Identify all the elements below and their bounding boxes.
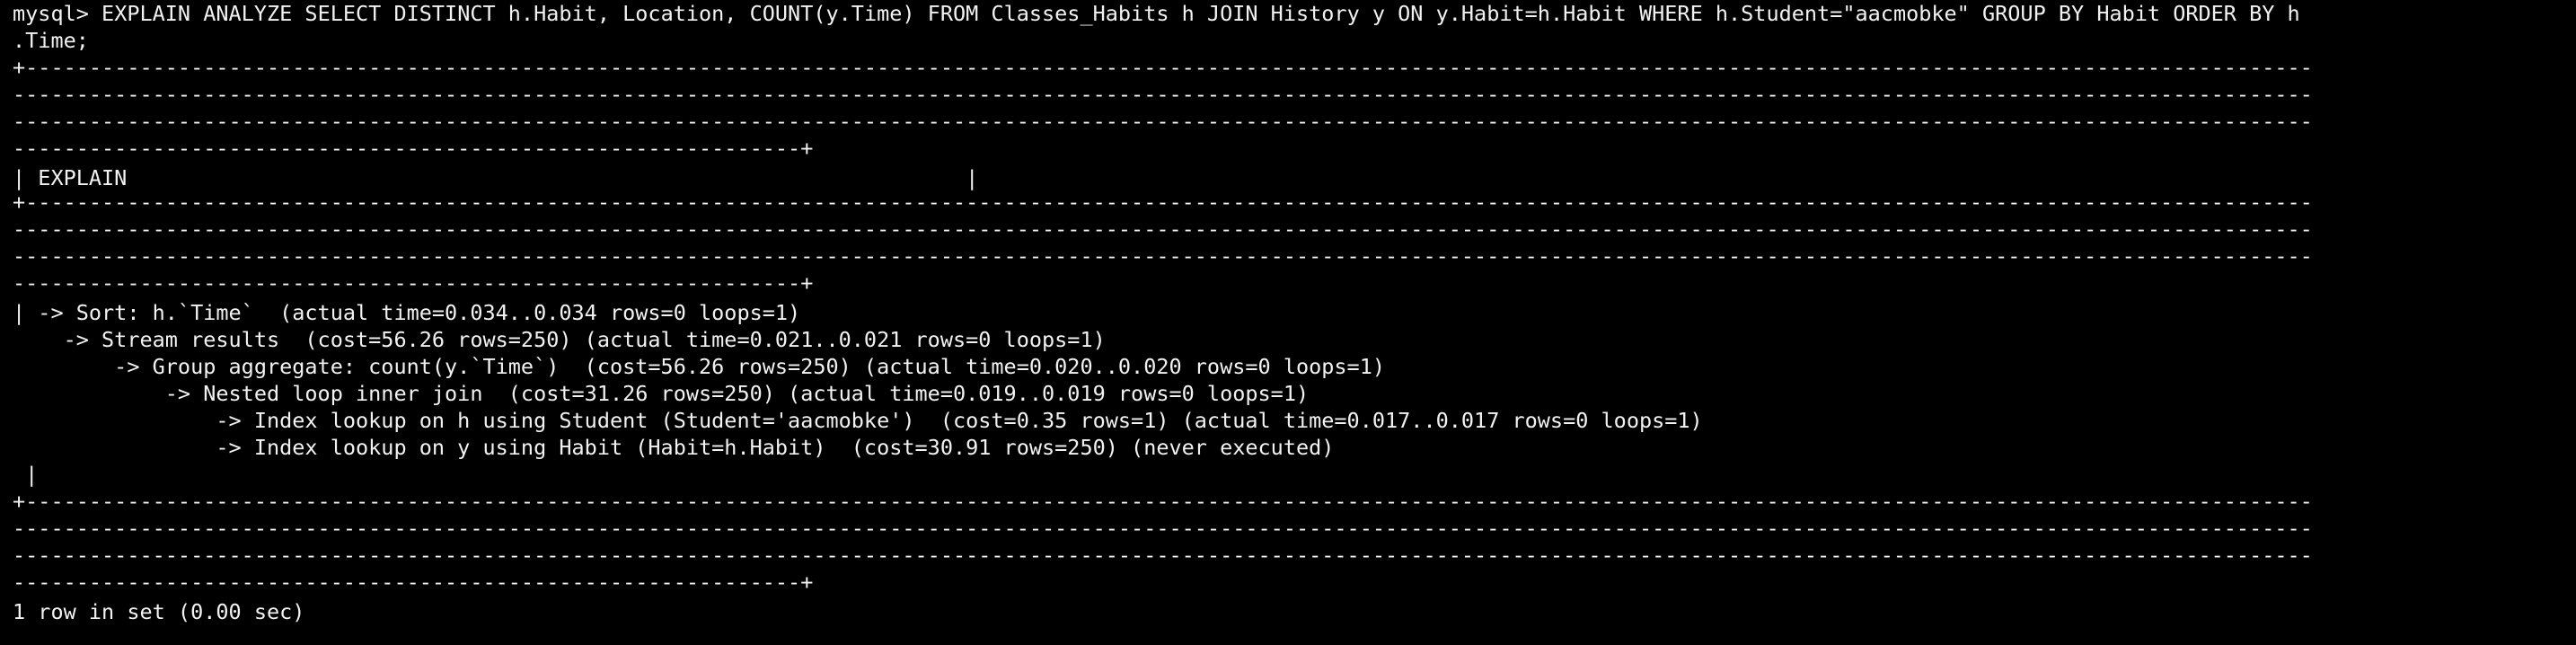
sql-command-continuation: .Time; <box>13 28 89 53</box>
table-border-bottom: +---------------------------------------… <box>13 489 2313 514</box>
plan-line-sort: | -> Sort: h.`Time` (actual time=0.034..… <box>13 300 801 325</box>
table-border-mid: ----------------------------------------… <box>13 270 814 296</box>
table-border-bottom: ----------------------------------------… <box>13 543 2313 568</box>
result-summary: 1 row in set (0.00 sec) <box>13 599 305 624</box>
table-border-bottom: ----------------------------------------… <box>13 570 814 595</box>
plan-line-nested-loop: -> Nested loop inner join (cost=31.26 ro… <box>13 381 1310 406</box>
table-border-mid: ----------------------------------------… <box>13 243 2313 269</box>
table-border-top: ----------------------------------------… <box>13 109 2313 134</box>
command-line: mysql> EXPLAIN ANALYZE SELECT DISTINCT h… <box>13 0 2300 27</box>
table-border-top: ----------------------------------------… <box>13 82 2313 107</box>
mysql-prompt: mysql> <box>13 1 102 26</box>
table-border-mid: +---------------------------------------… <box>13 190 2313 215</box>
plan-line-index-lookup-y: -> Index lookup on y using Habit (Habit=… <box>13 435 1335 460</box>
table-border-bottom: ----------------------------------------… <box>13 516 2313 541</box>
table-border-top: +---------------------------------------… <box>13 55 2313 80</box>
table-border-top: ----------------------------------------… <box>13 136 814 161</box>
plan-line-cell-end: | <box>13 462 39 487</box>
sql-command-text: EXPLAIN ANALYZE SELECT DISTINCT h.Habit,… <box>101 1 2300 26</box>
terminal-window[interactable]: mysql> EXPLAIN ANALYZE SELECT DISTINCT h… <box>0 0 2576 645</box>
plan-line-group-aggregate: -> Group aggregate: count(y.`Time`) (cos… <box>13 354 1386 379</box>
plan-line-stream-results: -> Stream results (cost=56.26 rows=250) … <box>13 327 1106 352</box>
table-border-mid: ----------------------------------------… <box>13 216 2313 242</box>
table-header-explain: | EXPLAIN | <box>13 165 979 190</box>
plan-line-index-lookup-h: -> Index lookup on h using Student (Stud… <box>13 408 1703 433</box>
